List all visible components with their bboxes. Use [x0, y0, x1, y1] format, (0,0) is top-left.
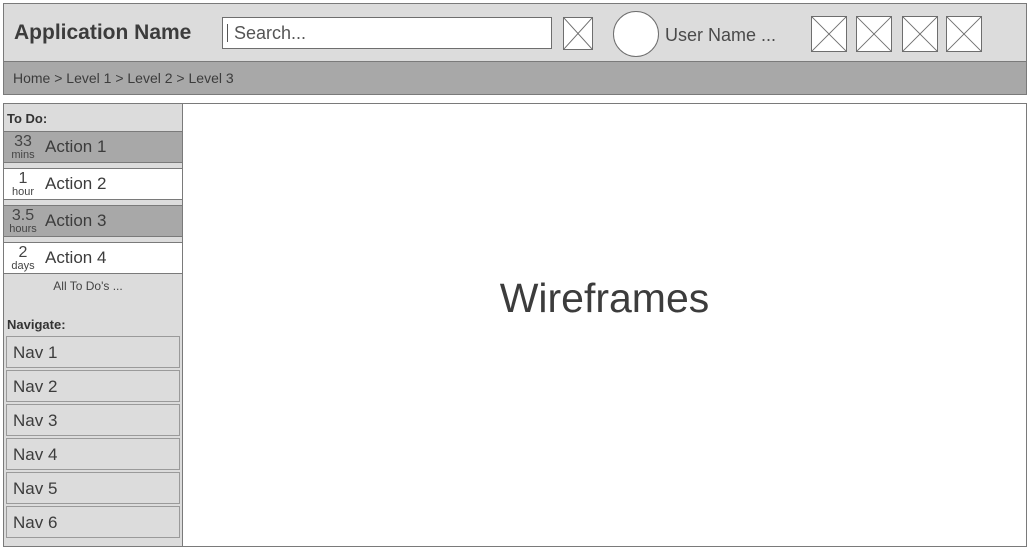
todo-duration-unit: mins — [11, 148, 35, 161]
breadcrumb[interactable]: Home > Level 1 > Level 2 > Level 3 — [3, 62, 1027, 95]
user-avatar[interactable] — [613, 11, 659, 57]
nav-item-2[interactable]: Nav 2 — [6, 370, 180, 402]
nav-item-5[interactable]: Nav 5 — [6, 472, 180, 504]
todo-label: Action 3 — [45, 211, 107, 230]
toolbar-placeholder-icon-2[interactable] — [856, 16, 892, 52]
todo-item[interactable]: 1 hour Action 2 — [4, 168, 182, 200]
todo-duration: 33 mins — [4, 132, 42, 161]
app-header: Application Name Search... User Name ... — [3, 3, 1027, 62]
text-caret — [227, 24, 228, 42]
nav-item-1[interactable]: Nav 1 — [6, 336, 180, 368]
todo-duration-value: 33 — [14, 132, 32, 150]
app-name: Application Name — [14, 21, 192, 44]
search-placeholder: Search... — [234, 22, 307, 43]
todo-duration: 1 hour — [4, 169, 42, 198]
todo-label: Action 4 — [45, 248, 107, 267]
todo-section-label: To Do: — [7, 111, 48, 126]
todo-duration-value: 1 — [18, 169, 28, 187]
todo-duration-unit: hour — [11, 185, 35, 198]
nav-item-6[interactable]: Nav 6 — [6, 506, 180, 538]
search-input[interactable]: Search... — [222, 17, 552, 49]
toolbar-placeholder-icon-4[interactable] — [946, 16, 982, 52]
todo-duration-value: 3.5 — [11, 206, 35, 224]
nav-item-3[interactable]: Nav 3 — [6, 404, 180, 436]
todo-item[interactable]: 33 mins Action 1 — [4, 131, 182, 163]
todo-duration-unit: hours — [9, 222, 37, 235]
main-content: Wireframes — [182, 103, 1027, 547]
todo-label: Action 2 — [45, 174, 107, 193]
todo-item[interactable]: 2 days Action 4 — [4, 242, 182, 274]
user-name[interactable]: User Name ... — [665, 25, 776, 46]
navigate-section-label: Navigate: — [7, 317, 66, 332]
todo-label: Action 1 — [45, 137, 107, 156]
main-title: Wireframes — [499, 275, 710, 321]
nav-item-4[interactable]: Nav 4 — [6, 438, 180, 470]
todo-duration: 3.5 hours — [4, 206, 42, 235]
toolbar-placeholder-icon-1[interactable] — [811, 16, 847, 52]
all-todos-link[interactable]: All To Do's ... — [4, 279, 172, 293]
todo-duration: 2 days — [4, 243, 42, 272]
todo-item[interactable]: 3.5 hours Action 3 — [4, 205, 182, 237]
toolbar-placeholder-icon-3[interactable] — [902, 16, 938, 52]
todo-duration-unit: days — [11, 259, 35, 272]
todo-duration-value: 2 — [18, 243, 28, 261]
search-button-placeholder-icon[interactable] — [563, 17, 593, 50]
sidebar: To Do: 33 mins Action 1 1 hour Action 2 … — [3, 103, 183, 547]
